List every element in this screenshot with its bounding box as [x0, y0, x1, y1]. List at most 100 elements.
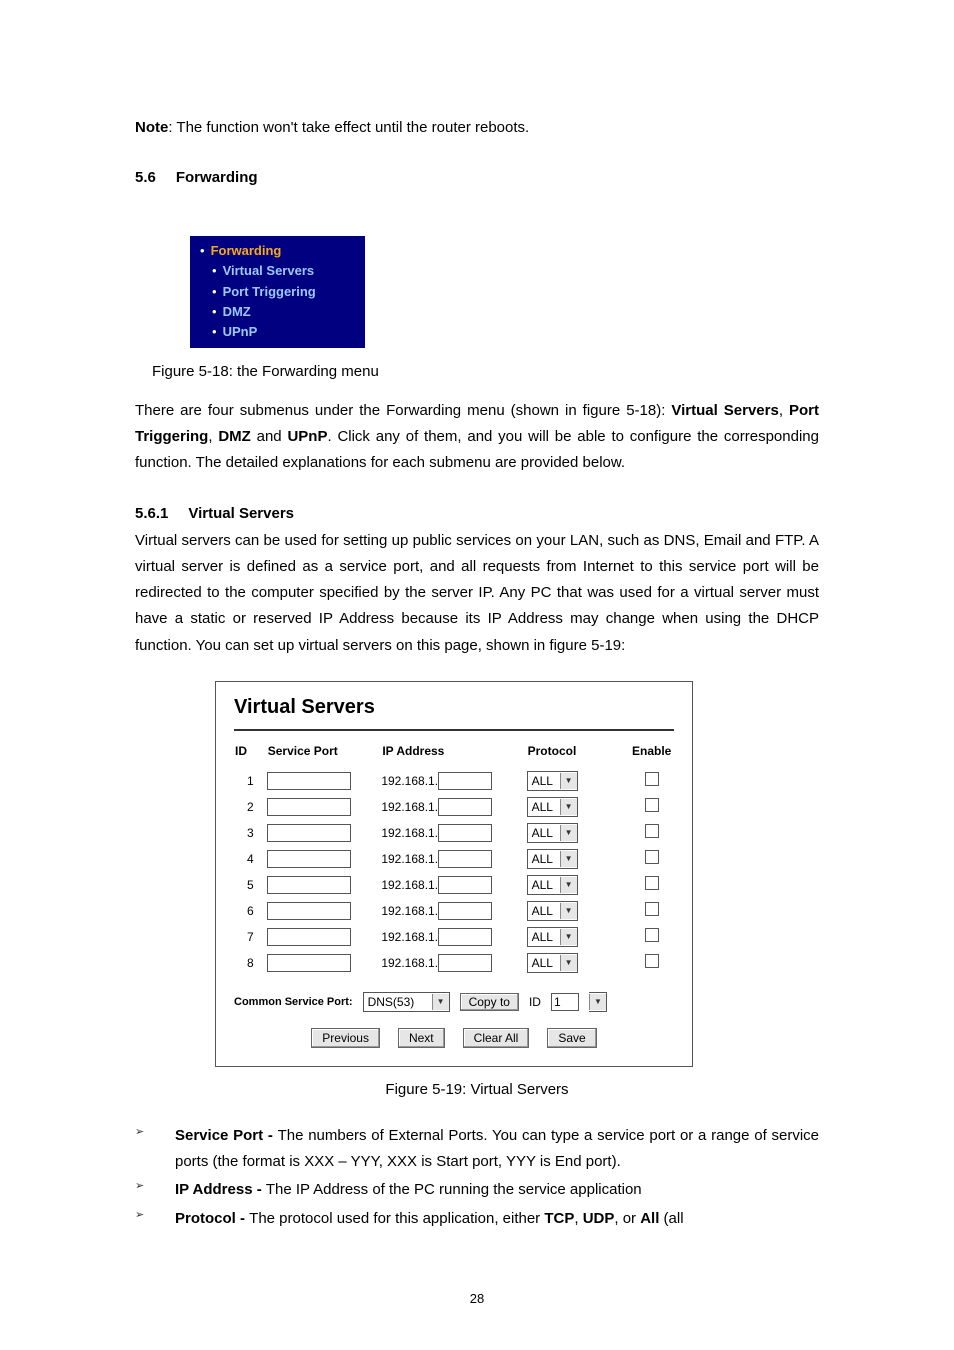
protocol-select[interactable]: ALL▼	[527, 823, 578, 843]
nav-item-dmz: • DMZ	[190, 302, 365, 322]
header-ip-address: IP Address	[381, 743, 526, 768]
figure-5-19-caption: Figure 5-19: Virtual Servers	[135, 1081, 819, 1098]
service-port-input[interactable]	[267, 798, 351, 816]
ip-prefix: 192.168.1.	[381, 956, 438, 970]
section-title: Forwarding	[176, 169, 258, 186]
previous-button[interactable]: Previous	[311, 1028, 380, 1048]
row-id: 7	[234, 924, 267, 950]
note-label: Note	[135, 119, 168, 136]
nav-item-virtual-servers: • Virtual Servers	[190, 261, 365, 281]
bullet-icon: •	[212, 261, 223, 281]
id-select[interactable]: ▼	[589, 992, 607, 1012]
enable-checkbox[interactable]	[645, 876, 659, 890]
ip-input[interactable]	[438, 876, 492, 894]
protocol-select[interactable]: ALL▼	[527, 797, 578, 817]
ip-input[interactable]	[438, 772, 492, 790]
protocol-select[interactable]: ALL▼	[527, 901, 578, 921]
bullet-protocol: Protocol - The protocol used for this ap…	[135, 1206, 819, 1232]
chevron-down-icon: ▼	[560, 851, 577, 867]
id-input[interactable]	[551, 993, 579, 1011]
protocol-select[interactable]: ALL▼	[527, 771, 578, 791]
bullet-icon: •	[212, 302, 223, 322]
figure-5-18-caption: Figure 5-18: the Forwarding menu	[152, 363, 819, 380]
row-id: 1	[234, 768, 267, 794]
protocol-select[interactable]: ALL▼	[527, 953, 578, 973]
subsection-number: 5.6.1	[135, 505, 168, 522]
save-button[interactable]: Save	[547, 1028, 596, 1048]
service-port-input[interactable]	[267, 954, 351, 972]
enable-checkbox[interactable]	[645, 772, 659, 786]
nav-label: UPnP	[223, 322, 258, 342]
section-heading: 5.6 Forwarding	[135, 169, 819, 186]
copy-to-button[interactable]: Copy to	[460, 993, 519, 1011]
enable-checkbox[interactable]	[645, 928, 659, 942]
forwarding-intro-paragraph: There are four submenus under the Forwar…	[135, 398, 819, 477]
table-row: 5192.168.1.ALL▼	[234, 872, 674, 898]
note-line: Note: The function won't take effect unt…	[135, 115, 819, 141]
enable-checkbox[interactable]	[645, 954, 659, 968]
protocol-select[interactable]: ALL▼	[527, 927, 578, 947]
ip-prefix: 192.168.1.	[381, 800, 438, 814]
table-row: 3 192.168.1. ALL▼	[234, 820, 674, 846]
table-row: 8 192.168.1. ALL▼	[234, 950, 674, 976]
ip-input[interactable]	[438, 824, 492, 842]
chevron-down-icon: ▼	[560, 877, 577, 893]
chevron-down-icon: ▼	[560, 903, 577, 919]
bullet-icon: •	[200, 241, 211, 261]
nav-label: DMZ	[223, 302, 251, 322]
next-button[interactable]: Next	[398, 1028, 445, 1048]
service-port-input[interactable]	[267, 876, 351, 894]
virtual-servers-intro-paragraph: Virtual servers can be used for setting …	[135, 528, 819, 659]
enable-checkbox[interactable]	[645, 798, 659, 812]
chevron-down-icon: ▼	[560, 825, 577, 841]
bullet-icon: •	[212, 282, 223, 302]
id-label: ID	[529, 995, 541, 1009]
chevron-down-icon: ▼	[560, 773, 577, 789]
ip-prefix: 192.168.1.	[381, 826, 438, 840]
ip-input[interactable]	[438, 798, 492, 816]
common-service-port-label: Common Service Port:	[234, 996, 353, 1008]
table-row: 2 192.168.1. ALL▼	[234, 794, 674, 820]
table-row: 4192.168.1.ALL▼	[234, 846, 674, 872]
table-row: 1 192.168.1. ALL▼	[234, 768, 674, 794]
service-port-input[interactable]	[267, 850, 351, 868]
common-service-port-select[interactable]: DNS(53) ▼	[363, 992, 450, 1012]
bullet-service-port: Service Port - The numbers of External P…	[135, 1123, 819, 1176]
ip-input[interactable]	[438, 850, 492, 868]
ip-input[interactable]	[438, 928, 492, 946]
header-enable: Enable	[631, 743, 674, 768]
service-port-input[interactable]	[267, 928, 351, 946]
row-id: 3	[234, 820, 267, 846]
clear-all-button[interactable]: Clear All	[463, 1028, 530, 1048]
ip-prefix: 192.168.1.	[381, 878, 438, 892]
header-service-port: Service Port	[267, 743, 382, 768]
ip-prefix: 192.168.1.	[381, 774, 438, 788]
chevron-down-icon: ▼	[432, 994, 449, 1010]
enable-checkbox[interactable]	[645, 824, 659, 838]
ip-input[interactable]	[438, 954, 492, 972]
enable-checkbox[interactable]	[645, 902, 659, 916]
service-port-input[interactable]	[267, 772, 351, 790]
note-text: : The function won't take effect until t…	[168, 119, 529, 136]
chevron-down-icon: ▼	[560, 799, 577, 815]
row-id: 4	[234, 846, 267, 872]
subsection-heading: 5.6.1 Virtual Servers	[135, 505, 819, 522]
protocol-select[interactable]: ALL▼	[527, 875, 578, 895]
service-port-input[interactable]	[267, 902, 351, 920]
table-row: 6192.168.1.ALL▼	[234, 898, 674, 924]
enable-checkbox[interactable]	[645, 850, 659, 864]
service-port-input[interactable]	[267, 824, 351, 842]
subsection-title: Virtual Servers	[188, 505, 294, 522]
row-id: 2	[234, 794, 267, 820]
chevron-down-icon: ▼	[560, 929, 577, 945]
bullet-icon: •	[212, 322, 223, 342]
section-number: 5.6	[135, 169, 156, 186]
ip-input[interactable]	[438, 902, 492, 920]
nav-item-port-triggering: • Port Triggering	[190, 282, 365, 302]
row-id: 8	[234, 950, 267, 976]
row-id: 6	[234, 898, 267, 924]
ip-prefix: 192.168.1.	[381, 930, 438, 944]
nav-item-forwarding: • Forwarding	[190, 241, 365, 261]
table-row: 7 192.168.1. ALL▼	[234, 924, 674, 950]
protocol-select[interactable]: ALL▼	[527, 849, 578, 869]
